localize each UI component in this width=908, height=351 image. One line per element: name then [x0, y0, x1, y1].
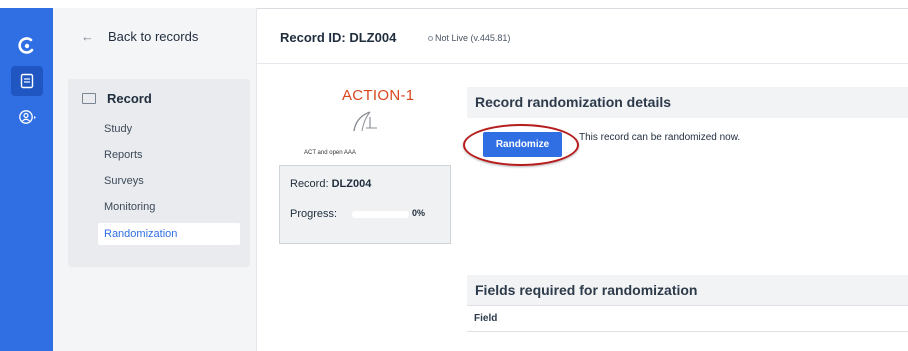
record-value: DLZ004 — [331, 178, 372, 190]
sidebar-item-surveys[interactable]: Surveys — [104, 175, 144, 187]
progress-bar — [352, 211, 409, 218]
app-window: ← Back to records Record Study Reports S… — [0, 0, 908, 351]
randomization-message: This record can be randomized now. — [579, 132, 741, 143]
record-label-text: Record: — [290, 178, 332, 190]
progress-value: 0% — [412, 208, 426, 218]
status-badge: Not Live (v.445.81) — [428, 33, 510, 43]
page-header: Record ID: DLZ004 Not Live (v.445.81) — [257, 8, 908, 64]
sidebar-item-randomization[interactable]: Randomization — [98, 223, 240, 245]
sidebar: ← Back to records Record Study Reports S… — [53, 8, 257, 351]
logo-subtitle: ACT and open AAA — [304, 150, 356, 156]
field-column-header: Field — [467, 305, 908, 332]
record-label: Record: DLZ004 — [290, 178, 371, 190]
sidebar-item-monitoring[interactable]: Monitoring — [104, 201, 155, 213]
fields-required-heading: Fields required for randomization — [467, 275, 908, 305]
sidebar-item-reports[interactable]: Reports — [104, 149, 143, 161]
logo-title: ACTION-1 — [342, 87, 415, 104]
record-info-card: Record: DLZ004 Progress: 0% — [279, 165, 451, 244]
sidebar-item-study[interactable]: Study — [104, 123, 132, 135]
status-dot-icon — [428, 36, 433, 41]
record-section-label: Record — [107, 91, 152, 106]
study-logo: ACTION-1 ACT and open AAA — [279, 83, 451, 161]
castor-logo-icon[interactable] — [17, 36, 37, 56]
status-text: Not Live (v.445.81) — [435, 33, 511, 43]
arrow-left-icon: ← — [81, 29, 94, 44]
back-label: Back to records — [108, 29, 199, 44]
randomization-details-heading: Record randomization details — [467, 87, 908, 118]
page-title: Record ID: DLZ004 — [280, 30, 397, 45]
user-settings-icon[interactable] — [11, 102, 43, 132]
record-section-header[interactable]: Record — [82, 91, 152, 106]
folder-icon — [82, 93, 96, 104]
randomize-button[interactable]: Randomize — [483, 132, 562, 157]
records-icon[interactable] — [11, 66, 43, 96]
progress-label: Progress: — [290, 208, 338, 220]
record-nav: Record Study Reports Surveys Monitoring … — [68, 79, 250, 267]
logo-mark-icon — [353, 111, 377, 132]
back-to-records-link[interactable]: ← Back to records — [81, 29, 198, 44]
icon-rail — [0, 8, 53, 351]
